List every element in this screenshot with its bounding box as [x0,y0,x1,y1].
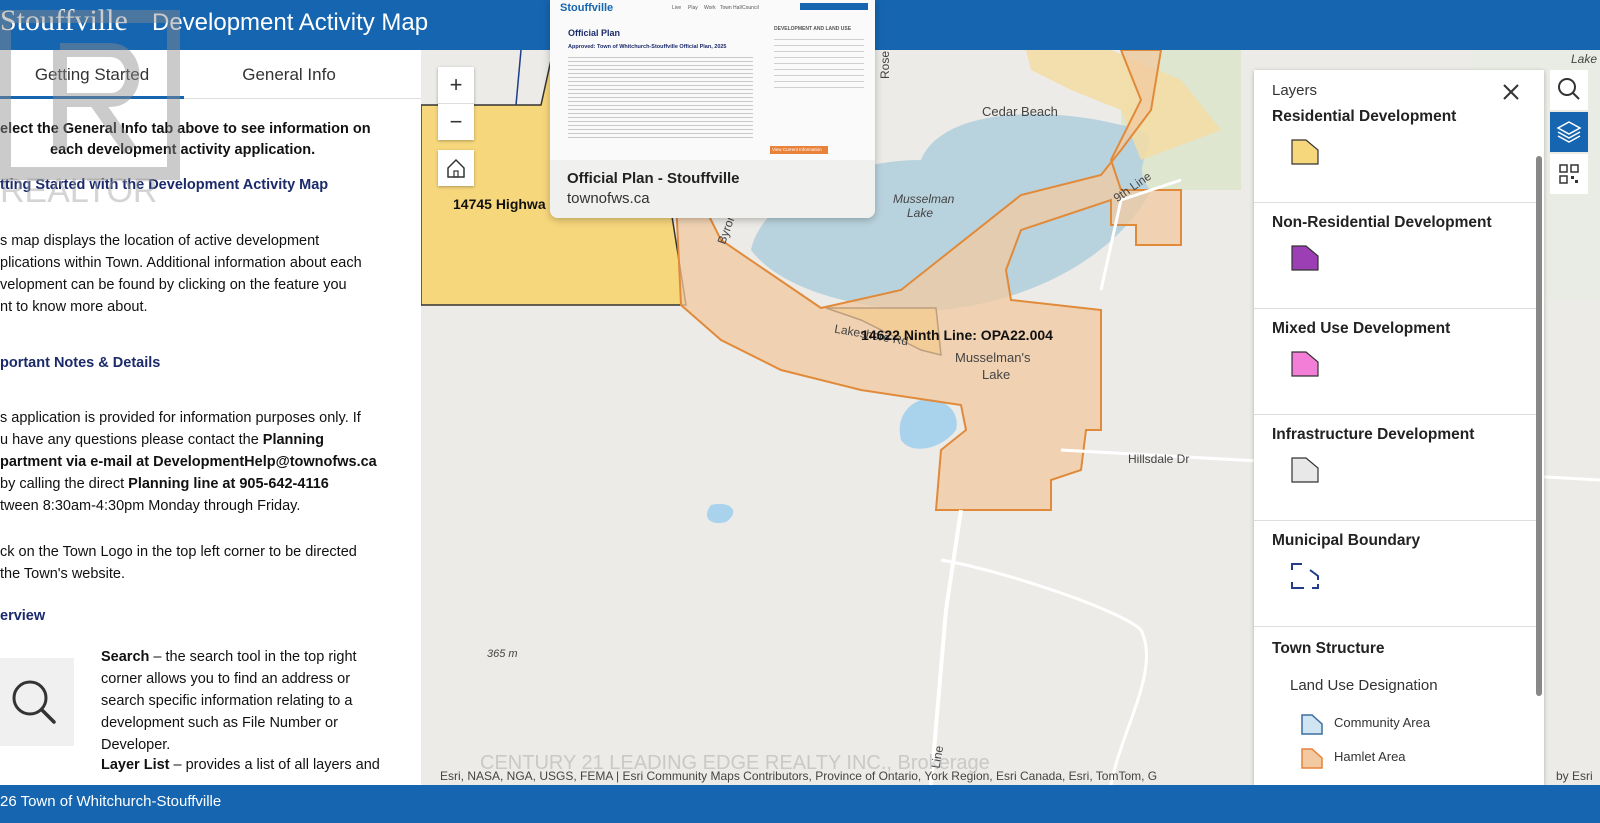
residential-swatch [1291,139,1319,165]
mixed-use-swatch [1291,351,1319,377]
preview-page-button: View Current Information [772,147,822,152]
heading-getting-started: tting Started with the Development Activ… [0,177,329,193]
layer-title: Residential Development [1272,108,1457,125]
paragraph-2-line-2: u have any questions please contact the … [0,432,325,448]
label-musselmans-lake: Lake [982,367,1011,382]
label-rose: Rose [878,50,893,80]
label-musselmans: Musselman's [955,350,1031,365]
layer-title: Non-Residential Development [1272,214,1492,231]
small-lake [899,399,957,449]
preview-side-heading: DEVELOPMENT AND LAND USE [774,26,852,32]
label-musselman-lake: Musselman [893,192,955,206]
tab-getting-started[interactable]: Getting Started [0,50,184,99]
boundary-swatch [1291,563,1319,589]
preview-nav-town-hall: Town Hall [720,5,742,11]
preview-nav-play: Play [688,5,698,11]
search-illustration [0,658,74,746]
paragraph-2-line-5: tween 8:30am-4:30pm Monday through Frida… [0,498,301,514]
qr-code-icon [1559,164,1579,184]
zoom-in-button[interactable]: + [438,67,474,104]
heading-important-notes: portant Notes & Details [0,355,161,371]
layer-desc-line-1: Layer List – provides a list of all laye… [101,757,380,773]
label-hillsdale: Hillsdale Dr [1128,452,1190,466]
search-desc-line-5: Developer. [101,737,171,753]
search-desc-line-3: search specific information relating to … [101,693,353,709]
community-area-label[interactable]: Community Area [1334,715,1430,730]
preview-nav-council: Council [742,5,759,11]
label-highway: 14745 Highwa [453,196,546,212]
label-lake-corner: Lake [1571,52,1598,66]
search-tool-button[interactable] [1550,70,1588,110]
preview-thumbnail: Stouffville Live Play Work Town Hall Cou… [550,0,875,160]
tab-bar: Getting Started General Info [0,50,421,99]
layer-group-residential[interactable]: Residential Development [1254,96,1536,203]
preview-nav-work: Work [704,5,716,11]
intro-line-2: each development activity application. [50,142,316,158]
preview-caption: Official Plan - Stouffville townofws.ca [550,160,875,218]
layers-panel: Layers Residential Development Non-Resid… [1254,70,1544,785]
powered-by-esri[interactable]: by Esri [1556,769,1593,783]
paragraph-1-line-1: s map displays the location of active de… [0,233,320,249]
paragraph-3-line-1: ck on the Town Logo in the top left corn… [0,544,357,560]
layer-title: Mixed Use Development [1272,320,1451,337]
paragraph-1-line-2: plications within Town. Additional infor… [0,255,362,271]
paragraph-1-line-3: velopment can be found by clicking on th… [0,277,347,293]
qr-code-button[interactable] [1550,154,1588,194]
layers-scrollbar[interactable] [1536,156,1542,696]
infrastructure-swatch [1291,457,1319,483]
label-elevation: 365 m [487,648,518,660]
non-residential-swatch [1291,245,1319,271]
intro-line-1: elect the General Info tab above to see … [0,121,371,137]
bottom-bar: 26 Town of Whitchurch-Stouffville [0,785,1600,823]
layer-title: Infrastructure Development [1272,426,1475,443]
search-desc-line-4: development such as File Number or [101,715,338,731]
left-panel: Getting Started General Info elect the G… [0,50,421,785]
preview-page-subheading: Approved: Town of Whitchurch-Stouffville… [568,44,727,50]
preview-page-logo: Stouffville [560,2,614,14]
label-opa22-004: 14622 Ninth Line: OPA22.004 [861,327,1053,343]
layer-group-mixed-use[interactable]: Mixed Use Development [1254,308,1536,415]
preview-url: townofws.ca [567,190,650,207]
paragraph-2-line-4: by calling the direct Planning line at 9… [0,476,329,492]
planning-email[interactable]: partment via e-mail at DevelopmentHelp@t… [0,451,410,473]
tab-general-info[interactable]: General Info [194,50,384,96]
zoom-control: + − [438,67,474,140]
heading-overview: erview [0,608,46,624]
search-desc-line-2: corner allows you to find an address or [101,671,351,687]
label-musselman-lake-2: Lake [907,206,934,220]
hamlet-area-label[interactable]: Hamlet Area [1334,749,1406,764]
home-icon [447,158,465,178]
search-desc-line-1: Search – the search tool in the top righ… [101,649,357,665]
search-icon [12,680,56,724]
community-area-swatch [1301,714,1323,735]
preview-title: Official Plan - Stouffville [567,170,740,187]
paragraph-3-line-2: the Town's website. [0,566,126,582]
layer-group-non-residential[interactable]: Non-Residential Development [1254,202,1536,309]
hamlet-area-swatch [1301,748,1323,769]
layer-group-municipal-boundary[interactable]: Municipal Boundary [1254,520,1536,627]
zoom-out-button[interactable]: − [438,104,474,140]
preview-page-heading: Official Plan [568,28,621,38]
copyright-text: 26 Town of Whitchurch-Stouffville [0,793,222,810]
home-button[interactable] [438,150,474,186]
pond [706,503,734,524]
app-title: Development Activity Map [152,9,429,36]
layer-title: Municipal Boundary [1272,532,1421,549]
label-cedar-beach: Cedar Beach [982,104,1058,119]
search-icon [1558,78,1580,100]
map-tools [1550,70,1588,196]
layer-group-infrastructure[interactable]: Infrastructure Development [1254,414,1536,521]
layers-tool-button[interactable] [1550,112,1588,152]
map-attribution: Esri, NASA, NGA, USGS, FEMA | Esri Commu… [440,769,1158,783]
link-preview-card[interactable]: Stouffville Live Play Work Town Hall Cou… [550,0,875,218]
town-logo[interactable]: Stouffville [0,4,128,38]
town-structure-title[interactable]: Town Structure [1272,640,1385,658]
paragraph-2-line-1: s application is provided for informatio… [0,410,361,426]
preview-nav-live: Live [672,5,682,11]
paragraph-1-line-4: nt to know more about. [0,299,148,315]
land-use-title[interactable]: Land Use Designation [1290,677,1438,694]
layers-icon [1556,121,1582,143]
